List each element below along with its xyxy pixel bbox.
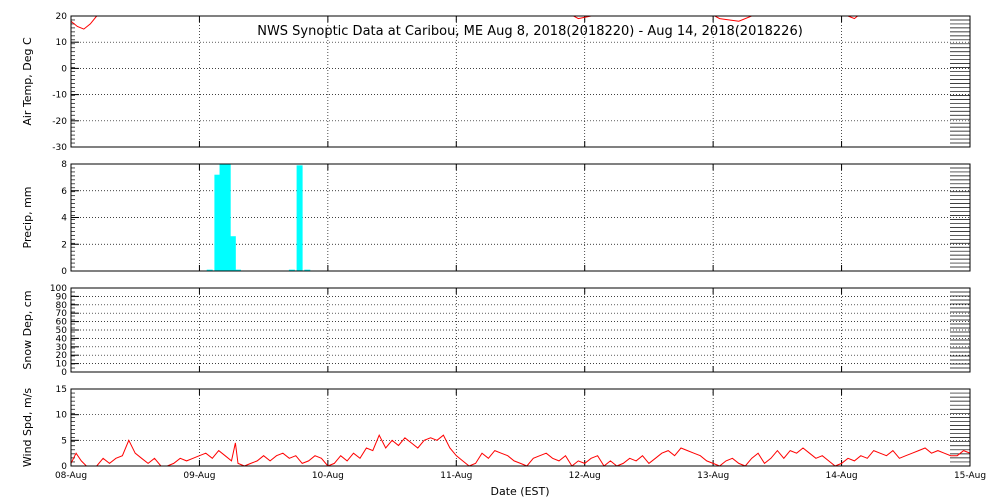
- x-tick-label: 15-Aug: [954, 471, 986, 481]
- nws-synoptic-chart: -30 -20 -10 0 10 20 Air Temp, Deg C 0 2 4 6 8 Precip…: [0, 0, 1000, 500]
- y-tick-label: 10: [56, 38, 68, 48]
- x-tick-label: 11-Aug: [440, 471, 472, 481]
- precip-bar: [214, 174, 221, 271]
- x-tick-label: 08-Aug: [55, 471, 87, 481]
- y-tick-label: 100: [50, 284, 67, 294]
- y-tick-label: 0: [61, 267, 67, 277]
- precip-bar: [229, 236, 236, 271]
- chart-background: [0, 0, 1000, 500]
- x-tick-label: 14-Aug: [826, 471, 858, 481]
- y-tick-label: 10: [56, 411, 68, 421]
- x-axis-label: Date (EST): [490, 485, 549, 498]
- y-axis-label-air-temp: Air Temp, Deg C: [21, 37, 34, 126]
- precip-bar: [224, 164, 231, 271]
- y-tick-label: -30: [52, 143, 67, 153]
- x-tick-label: 09-Aug: [183, 471, 215, 481]
- x-tick-label: 12-Aug: [569, 471, 601, 481]
- y-tick-label: 20: [56, 12, 68, 22]
- y-axis-label-precip: Precip, mm: [21, 187, 34, 249]
- y-tick-label: -10: [52, 91, 67, 101]
- y-tick-label: 5: [61, 436, 67, 446]
- y-tick-label: -20: [52, 117, 67, 127]
- y-axis-label-wind-speed: Wind Spd, m/s: [21, 388, 34, 468]
- x-tick-label: 10-Aug: [312, 471, 344, 481]
- y-tick-label: 15: [56, 385, 67, 395]
- x-tick-label: 13-Aug: [697, 471, 729, 481]
- y-axis-label-snow-depth: Snow Dep, cm: [21, 290, 34, 369]
- y-tick-label: 8: [61, 160, 67, 170]
- y-tick-label: 0: [61, 64, 67, 74]
- y-tick-label: 6: [61, 187, 67, 197]
- chart-title: NWS Synoptic Data at Caribou, ME Aug 8, …: [257, 24, 803, 39]
- precip-bar: [296, 165, 303, 271]
- y-tick-label: 2: [61, 240, 67, 250]
- y-tick-label: 4: [61, 214, 67, 224]
